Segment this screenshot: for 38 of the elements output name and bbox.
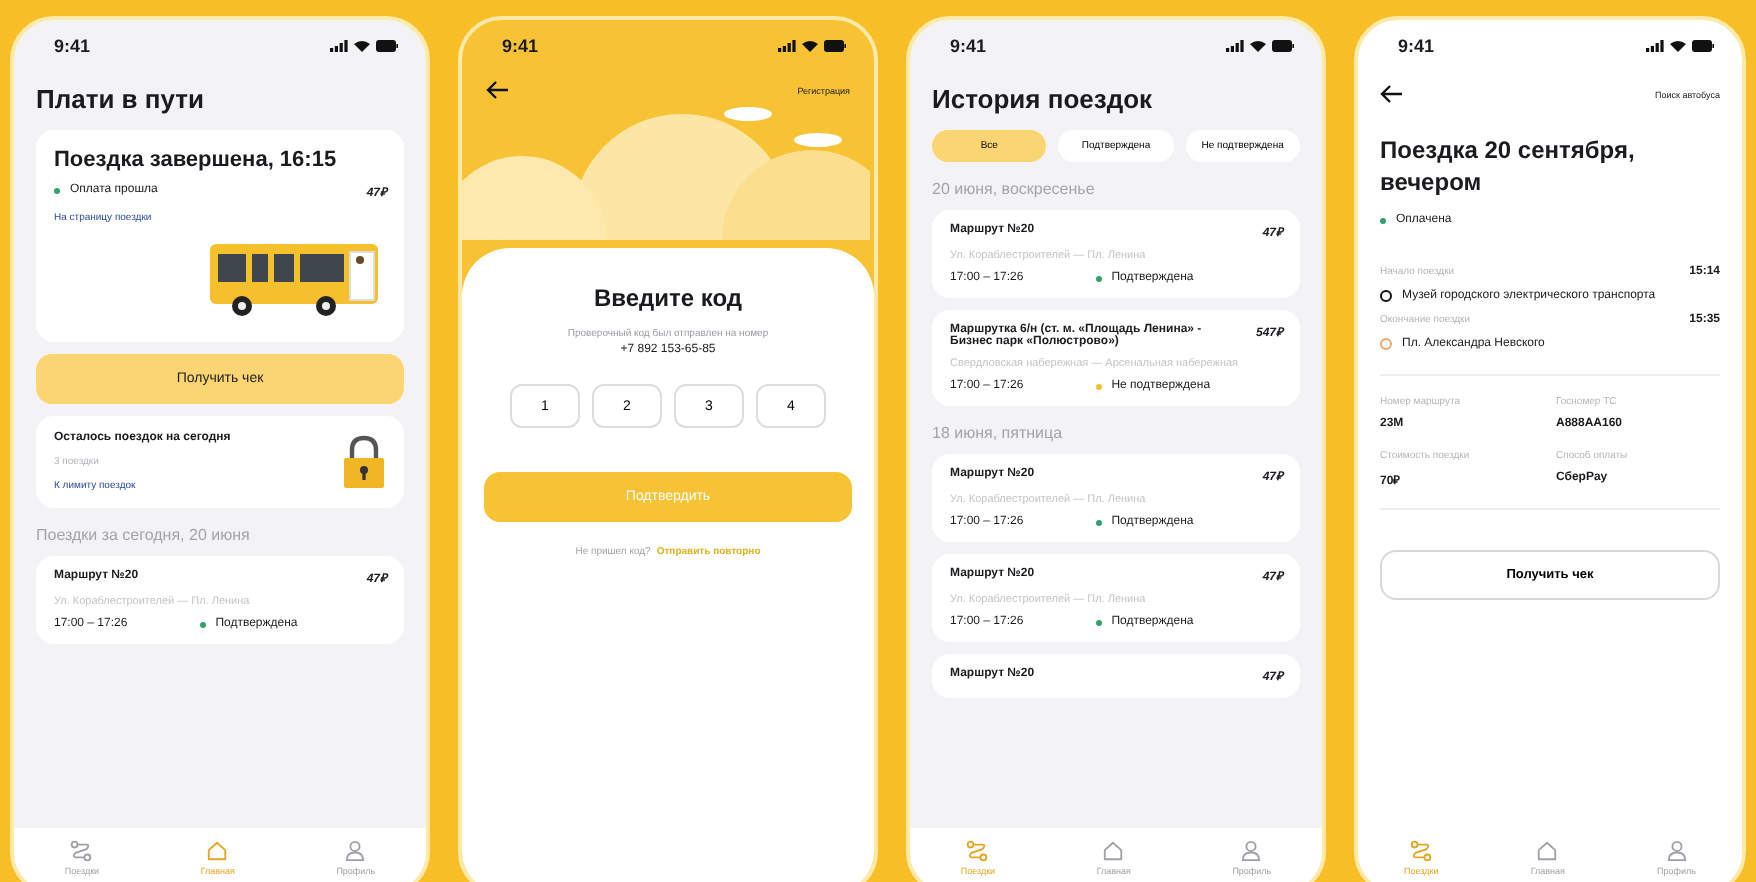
home-icon: [1102, 840, 1125, 862]
wifi-icon: [802, 40, 818, 52]
battery-icon: [824, 40, 846, 52]
signal-icon: [778, 40, 796, 52]
status-time: 9:41: [54, 36, 91, 56]
route-icon: [70, 840, 93, 862]
back-arrow-icon[interactable]: [486, 80, 510, 100]
person-icon: [1240, 840, 1263, 862]
route-icon: [966, 840, 989, 862]
battery-icon: [376, 40, 398, 52]
battery-icon: [1692, 40, 1714, 52]
section-heading: 20 июня, воскресенье: [932, 180, 1097, 198]
screen-title: Плати в пути: [36, 84, 207, 114]
signal-icon: [1226, 40, 1244, 52]
back-arrow-icon[interactable]: [1380, 84, 1404, 104]
signal-icon: [1646, 40, 1664, 52]
screen-title: Поездка 20 сентября, вечером: [1380, 136, 1637, 199]
section-heading: 18 июня, пятница: [932, 424, 1065, 442]
screen-title: Введите код: [593, 284, 743, 312]
end-point-icon: [1380, 338, 1392, 351]
signal-icon: [330, 40, 348, 52]
status-time: 9:41: [1398, 36, 1435, 56]
wifi-icon: [354, 40, 370, 52]
person-icon: [344, 840, 367, 862]
padlock-icon: [342, 434, 386, 490]
person-icon: [1665, 840, 1688, 862]
route-icon: [1410, 840, 1433, 862]
wifi-icon: [1670, 40, 1686, 52]
home-icon: [1536, 840, 1559, 862]
status-time: 9:41: [950, 36, 987, 56]
section-heading: Поездки за сегодня, 20 июня: [36, 526, 252, 544]
wifi-icon: [1250, 40, 1266, 52]
status-time: 9:41: [502, 36, 539, 56]
home-icon: [206, 840, 229, 862]
start-point-icon: [1380, 290, 1392, 303]
battery-icon: [1272, 40, 1294, 52]
trip-title: Поездка завершена, 16:15: [54, 148, 339, 172]
screen-title: История поездок: [932, 84, 1155, 114]
